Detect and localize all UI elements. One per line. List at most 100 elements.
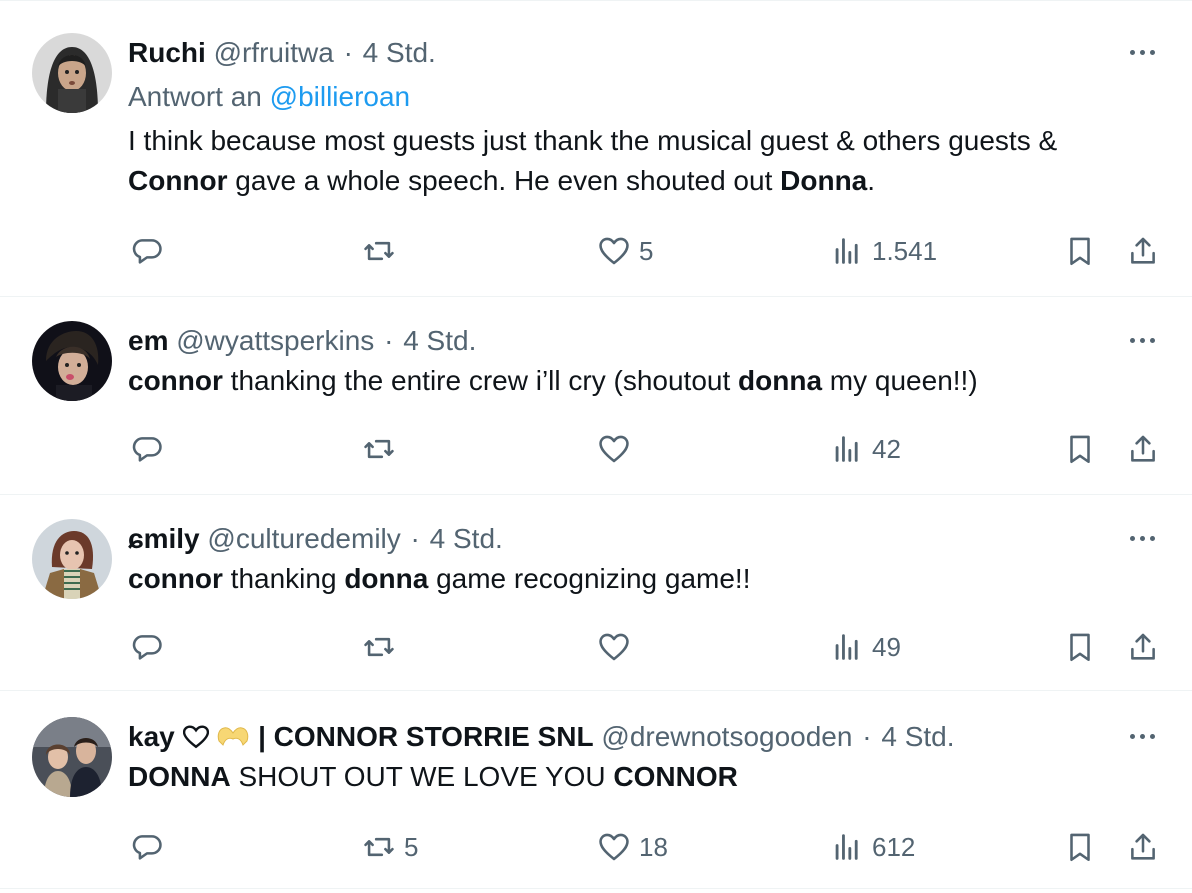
- reply-icon: [130, 432, 164, 466]
- retweet-button[interactable]: [362, 429, 404, 469]
- action-bar: 5 18 612: [0, 827, 1192, 867]
- like-button[interactable]: [597, 429, 639, 469]
- views-button[interactable]: 1.541: [830, 231, 937, 271]
- timestamp[interactable]: 4 Std.: [881, 721, 954, 752]
- timestamp[interactable]: 4 Std.: [430, 523, 503, 554]
- reply-mention[interactable]: @billieroan: [270, 81, 411, 112]
- avatar[interactable]: [32, 321, 112, 401]
- reply-context: Antwort an @billieroan: [128, 79, 1162, 115]
- avatar[interactable]: [32, 33, 112, 113]
- highlighted-word: donna: [344, 563, 429, 594]
- bookmark-button[interactable]: [1063, 429, 1097, 469]
- display-name-suffix[interactable]: | CONNOR STORRIE SNL: [258, 721, 594, 752]
- tweet-header: em @wyattsperkins · 4 Std.: [128, 323, 1162, 359]
- reply-button[interactable]: [130, 627, 172, 667]
- timestamp[interactable]: 4 Std.: [403, 325, 476, 356]
- bookmark-button[interactable]: [1063, 827, 1097, 867]
- share-icon: [1126, 630, 1160, 664]
- reply-icon: [130, 630, 164, 664]
- retweet-icon: [362, 830, 396, 864]
- share-icon: [1126, 432, 1160, 466]
- like-icon: [597, 234, 631, 268]
- avatar[interactable]: [32, 519, 112, 599]
- text-segment: thanking: [222, 563, 345, 594]
- user-handle[interactable]: @rfruitwa: [214, 37, 334, 68]
- tweet[interactable]: Ruchi @rfruitwa · 4 Std. Antwort an @bil…: [0, 1, 1192, 297]
- avatar[interactable]: [32, 717, 112, 797]
- views-count: 49: [872, 631, 901, 662]
- retweet-icon: [362, 234, 396, 268]
- bookmark-icon: [1063, 630, 1097, 664]
- reply-feed: Ruchi @rfruitwa · 4 Std. Antwort an @bil…: [0, 0, 1192, 893]
- text-segment: thanking the entire crew i’ll cry (shout…: [222, 365, 739, 396]
- like-count: 5: [639, 235, 654, 266]
- retweet-icon: [362, 630, 396, 664]
- timestamp[interactable]: 4 Std.: [363, 37, 436, 68]
- reply-icon: [130, 234, 164, 268]
- retweet-button[interactable]: 5: [362, 827, 418, 867]
- action-bar: 49: [0, 627, 1192, 667]
- views-icon: [830, 630, 864, 664]
- views-icon: [830, 830, 864, 864]
- reply-prefix: Antwort an: [128, 81, 262, 112]
- reply-icon: [130, 830, 164, 864]
- text-segment: SHOUT OUT WE LOVE YOU: [230, 761, 614, 792]
- reply-button[interactable]: [130, 429, 172, 469]
- share-button[interactable]: [1126, 231, 1160, 271]
- tweet[interactable]: em @wyattsperkins · 4 Std. connor thanki…: [0, 297, 1192, 495]
- display-name[interactable]: em: [128, 325, 168, 356]
- tweet-header: ɕmily @culturedemily · 4 Std.: [128, 521, 1162, 557]
- highlighted-word: CONNOR: [613, 761, 738, 792]
- display-name[interactable]: kay: [128, 721, 175, 752]
- user-handle[interactable]: @culturedemily: [207, 523, 400, 554]
- views-button[interactable]: 42: [830, 429, 901, 469]
- display-name[interactable]: ɕmily: [128, 523, 200, 554]
- share-button[interactable]: [1126, 627, 1160, 667]
- like-button[interactable]: 5: [597, 231, 653, 271]
- reply-button[interactable]: [130, 827, 172, 867]
- tweet-text: DONNA SHOUT OUT WE LOVE YOU CONNOR: [128, 757, 1162, 797]
- share-button[interactable]: [1126, 827, 1160, 867]
- like-button[interactable]: 18: [597, 827, 668, 867]
- views-icon: [830, 432, 864, 466]
- like-button[interactable]: [597, 627, 639, 667]
- share-icon: [1126, 234, 1160, 268]
- user-handle[interactable]: @wyattsperkins: [176, 325, 374, 356]
- tweet-header: Ruchi @rfruitwa · 4 Std.: [128, 35, 1162, 71]
- views-button[interactable]: 612: [830, 827, 915, 867]
- bookmark-button[interactable]: [1063, 627, 1097, 667]
- text-segment: gave a whole speech. He even shouted out: [227, 165, 781, 196]
- heart-outline-emoji: [182, 725, 209, 749]
- tweet-text: connor thanking the entire crew i’ll cry…: [128, 361, 1162, 401]
- retweet-button[interactable]: [362, 627, 404, 667]
- reply-button[interactable]: [130, 231, 172, 271]
- like-icon: [597, 830, 631, 864]
- text-segment: game recognizing game!!: [428, 563, 751, 594]
- retweet-count: 5: [404, 831, 419, 862]
- separator: ·: [343, 37, 353, 68]
- tweet-text: connor thanking donna game recognizing g…: [128, 559, 1162, 599]
- highlighted-word: connor: [128, 563, 223, 594]
- bookmark-icon: [1063, 234, 1097, 268]
- bookmark-icon: [1063, 830, 1097, 864]
- retweet-button[interactable]: [362, 231, 404, 271]
- tweet[interactable]: kay | CONNOR STORRIE SNL @drewnotsogoode…: [0, 691, 1192, 889]
- highlighted-word: Donna: [780, 165, 868, 196]
- share-button[interactable]: [1126, 429, 1160, 469]
- more-icon[interactable]: [1122, 721, 1162, 751]
- like-icon: [597, 432, 631, 466]
- bookmark-button[interactable]: [1063, 231, 1097, 271]
- more-icon[interactable]: [1122, 37, 1162, 67]
- tweet[interactable]: ɕmily @culturedemily · 4 Std. connor tha…: [0, 495, 1192, 691]
- like-count: 18: [639, 831, 668, 862]
- heart-hands-emoji: [218, 727, 249, 746]
- action-bar: 5 1.541: [0, 231, 1192, 271]
- tweet-text: I think because most guests just thank t…: [128, 121, 1162, 201]
- views-count: 1.541: [872, 235, 938, 266]
- display-name[interactable]: Ruchi: [128, 37, 206, 68]
- more-icon[interactable]: [1122, 523, 1162, 553]
- views-count: 612: [872, 831, 916, 862]
- user-handle[interactable]: @drewnotsogooden: [601, 721, 852, 752]
- more-icon[interactable]: [1122, 325, 1162, 355]
- views-button[interactable]: 49: [830, 627, 901, 667]
